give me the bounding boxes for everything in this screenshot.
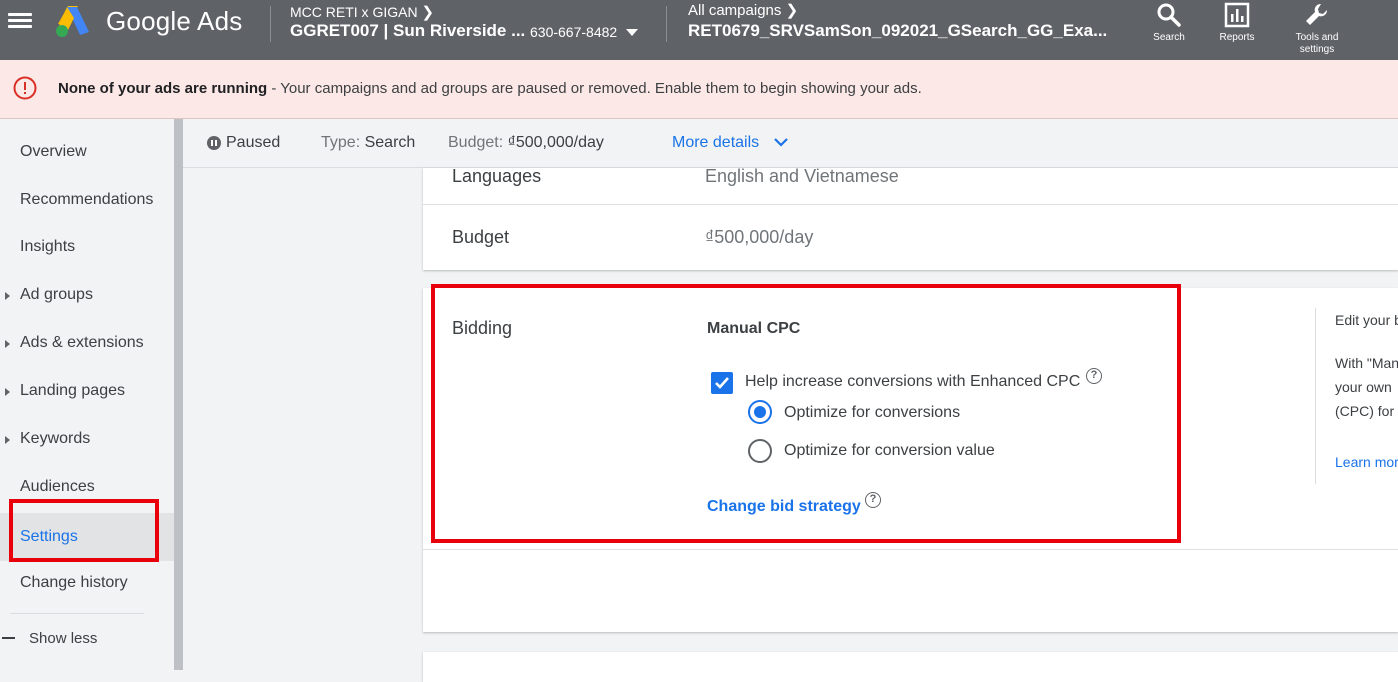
expand-arrow-icon [5,436,10,444]
help-icon[interactable]: ? [865,492,881,508]
expand-arrow-icon [5,388,10,396]
menu-icon[interactable] [8,10,32,30]
optimize-conversions-radio[interactable] [748,400,772,424]
learn-more-link[interactable]: Learn mor [1335,454,1398,470]
google-ads-logo [56,6,89,37]
sidebar-scrollbar[interactable] [174,119,183,670]
nav-item-settings[interactable]: Settings [0,513,174,561]
change-bid-strategy-link[interactable]: Change bid strategy [707,498,861,516]
brand-name: Google Ads [106,6,243,36]
nav-item-keywords[interactable]: Keywords [0,417,174,461]
languages-value[interactable]: English and Vietnamese [705,166,899,187]
left-navigation: Overview Recommendations Insights Ad gro… [0,119,174,670]
reports-icon [1224,2,1250,28]
campaign-name[interactable]: RET0679_SRVSamSon_092021_GSearch_GG_Exa.… [688,21,1107,41]
expand-arrow-icon [5,292,10,300]
tools-and-settings-button[interactable]: Tools and settings [1282,0,1352,60]
status-paused: Paused [226,134,281,151]
pause-icon [207,136,221,150]
nav-item-ads-extensions[interactable]: Ads & extensions [0,321,174,365]
nav-item-ad-groups[interactable]: Ad groups [0,273,174,317]
side-help-text: (CPC) for [1335,403,1395,419]
nav-item-audiences[interactable]: Audiences [0,465,174,509]
error-icon [13,76,37,100]
expand-arrow-icon [5,340,10,348]
reports-button[interactable]: Reports [1202,0,1272,60]
bidding-title: Bidding [452,318,513,338]
nav-item-landing-pages[interactable]: Landing pages [0,369,174,413]
minus-icon [2,637,15,639]
divider [423,204,1398,205]
chevron-down-icon[interactable] [773,136,789,148]
help-icon[interactable]: ? [1086,368,1102,384]
settings-card: Languages English and Vietnamese Budget … [423,166,1398,270]
top-app-bar: Google Ads MCC RETI x GIGAN ❯ GGRET007 |… [0,0,1398,60]
bidding-card: Bidding Manual CPC Help increase convers… [423,288,1398,632]
check-icon [715,377,729,389]
enhanced-cpc-checkbox[interactable] [711,372,733,394]
next-settings-card [423,652,1398,682]
languages-label: Languages [452,166,542,186]
nav-item-overview[interactable]: Overview [0,130,174,174]
optimize-conversions-label: Optimize for conversions [784,404,961,421]
side-help-text: Edit your b [1335,312,1398,328]
divider [270,6,271,42]
divider [666,6,667,42]
campaign-status-bar: Paused Type: Search Budget: ₫500,000/day… [183,119,1398,168]
divider [423,549,1398,550]
budget-value[interactable]: ₫500,000/day [705,227,813,248]
campaign-type: Type: Search [321,134,416,151]
enhanced-cpc-label: Help increase conversions with Enhanced … [745,373,1081,390]
account-manager-link[interactable]: MCC RETI x GIGAN ❯ [290,3,434,21]
divider [1315,308,1316,484]
account-id: 630-667-8482 [530,24,618,40]
nav-item-change-history[interactable]: Change history [0,561,174,605]
more-details-link[interactable]: More details [672,134,759,152]
divider [10,613,144,614]
optimize-conversion-value-radio[interactable] [748,439,772,463]
all-campaigns-link[interactable]: All campaigns ❯ [688,1,798,19]
account-dropdown-icon[interactable] [626,29,638,36]
nav-item-recommendations[interactable]: Recommendations [0,178,174,222]
account-name[interactable]: GGRET007 | Sun Riverside ... [290,21,525,41]
side-help-text: With "Man [1335,355,1398,371]
bid-strategy-name: Manual CPC [707,320,801,337]
budget-label: Budget [452,227,510,247]
search-button[interactable]: Search [1134,0,1204,60]
search-icon [1157,3,1181,27]
campaign-budget: Budget: ₫500,000/day [448,134,604,151]
side-help-text: your own [1335,379,1392,395]
optimize-conversion-value-label: Optimize for conversion value [784,442,995,459]
no-ads-running-alert: None of your ads are running - Your camp… [0,60,1398,119]
chevron-right-icon: ❯ [785,2,799,19]
nav-item-insights[interactable]: Insights [0,225,174,269]
wrench-icon [1306,3,1328,25]
chevron-right-icon: ❯ [421,4,435,21]
alert-message: None of your ads are running - Your camp… [58,80,922,97]
